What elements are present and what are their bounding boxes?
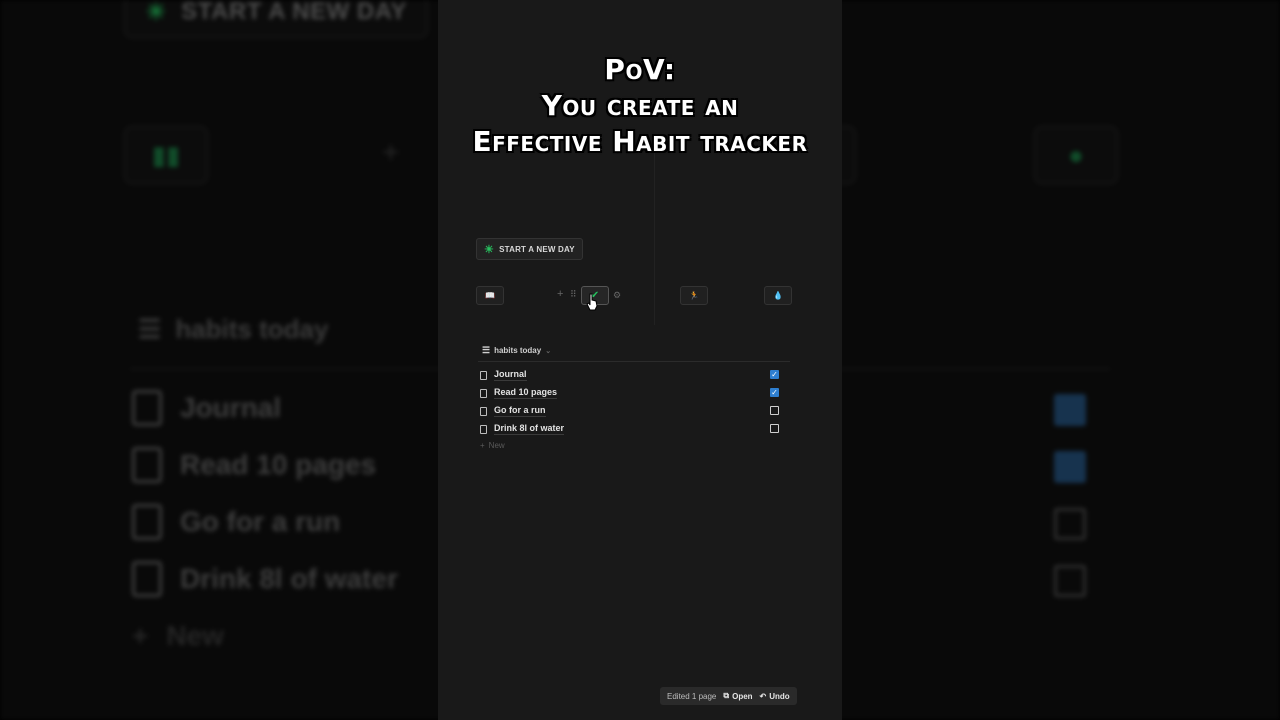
water-drop-icon: 💧 — [773, 291, 783, 300]
bg-row-title: Go for a run — [180, 506, 341, 537]
add-block-icon[interactable]: + — [557, 288, 563, 300]
bg-checkbox — [1054, 508, 1086, 540]
toast-open-label: Open — [732, 691, 753, 701]
bg-row: Go for a run — [132, 504, 340, 540]
list-item-title[interactable]: Drink 8l of water — [494, 423, 565, 435]
list-icon: ☰ — [482, 345, 491, 355]
new-item-label: New — [488, 441, 505, 450]
toast-open-button[interactable]: ⧉ Open — [723, 691, 752, 701]
toast-message: Edited 1 page — [667, 691, 717, 701]
water-habit-button[interactable]: 💧 — [764, 286, 792, 305]
bg-sun-icon: ☀ — [145, 0, 168, 26]
habit-checkbox[interactable] — [770, 424, 779, 433]
bg-row-title: Drink 8l of water — [180, 563, 398, 594]
bg-water-drop-icon: ● — [1034, 126, 1118, 184]
caption-line-2: You create an — [541, 89, 739, 122]
bg-row-title: Read 10 pages — [180, 449, 377, 480]
database-divider — [478, 361, 790, 362]
bg-plus-icon: + — [132, 620, 149, 651]
bg-row: Drink 8l of water — [132, 561, 398, 597]
bg-plus-icon: + — [382, 136, 400, 169]
book-habit-button[interactable]: 📖 — [476, 286, 504, 305]
bg-new-row: + New — [132, 620, 224, 652]
bg-start-day-button: ☀ START A NEW DAY — [124, 0, 428, 38]
bg-doc-icon — [132, 504, 162, 540]
settings-icon[interactable]: ⚙ — [613, 290, 621, 301]
hand-cursor-icon — [586, 293, 598, 311]
bg-checkbox — [1054, 394, 1086, 426]
caption-line-1: PoV: — [604, 53, 676, 86]
list-item[interactable]: Drink 8l of water — [480, 421, 792, 437]
drag-handle-icon[interactable]: ⠿ — [570, 289, 577, 300]
sun-icon: ☀ — [484, 243, 495, 256]
start-new-day-button[interactable]: ☀ START A NEW DAY — [476, 238, 583, 260]
toast-undo-label: Undo — [769, 691, 790, 701]
list-item[interactable]: Read 10 pages ✓ — [480, 385, 792, 401]
list-item-title[interactable]: Journal — [494, 369, 527, 381]
bg-row-title: Journal — [180, 392, 282, 423]
bg-doc-icon — [132, 561, 162, 597]
habit-checkbox[interactable]: ✓ — [770, 370, 779, 379]
database-title: habits today — [494, 346, 542, 355]
page-icon — [480, 370, 487, 380]
book-icon: 📖 — [485, 291, 495, 300]
caption-line-3: Effective Habit tracker — [472, 125, 808, 158]
bg-new-label: New — [166, 620, 224, 651]
plus-icon: + — [480, 441, 485, 450]
habit-checkbox[interactable]: ✓ — [770, 388, 779, 397]
bg-doc-icon — [132, 390, 162, 426]
start-new-day-label: START A NEW DAY — [499, 244, 575, 254]
bg-checkbox — [1054, 565, 1086, 597]
edit-toast: Edited 1 page ⧉ Open ↶ Undo — [660, 687, 797, 705]
list-item-title[interactable]: Read 10 pages — [494, 387, 558, 399]
page-icon — [480, 424, 487, 434]
undo-icon: ↶ — [759, 691, 767, 701]
new-item-button[interactable]: + New — [480, 441, 505, 450]
chevron-down-icon: ⌄ — [545, 347, 552, 355]
bg-habits-heading: ☰ habits today — [138, 314, 328, 345]
habit-checkbox[interactable] — [770, 406, 779, 415]
bg-row: Journal — [132, 390, 281, 426]
page-icon — [480, 406, 487, 416]
database-view-tab[interactable]: ☰ habits today ⌄ — [482, 345, 551, 356]
run-icon: 🏃 — [689, 291, 699, 300]
bg-doc-icon — [132, 447, 162, 483]
list-item[interactable]: Journal ✓ — [480, 367, 792, 383]
bg-start-day-label: START A NEW DAY — [181, 0, 407, 25]
page-icon — [480, 388, 487, 398]
toast-undo-button[interactable]: ↶ Undo — [760, 692, 790, 701]
column-divider — [654, 150, 655, 325]
list-item[interactable]: Go for a run — [480, 403, 792, 419]
list-item-title[interactable]: Go for a run — [494, 405, 546, 417]
bg-row: Read 10 pages — [132, 447, 376, 483]
bg-habits-title: habits today — [175, 314, 329, 344]
run-habit-button[interactable]: 🏃 — [680, 286, 708, 305]
video-caption: PoV: You create an Effective Habit track… — [438, 52, 842, 160]
bg-book-icon: ▮▮ — [124, 126, 208, 184]
bg-checkbox — [1054, 451, 1086, 483]
bg-list-icon: ☰ — [138, 314, 162, 344]
notion-panel: PoV: You create an Effective Habit track… — [438, 0, 842, 720]
open-icon: ⧉ — [723, 691, 730, 700]
